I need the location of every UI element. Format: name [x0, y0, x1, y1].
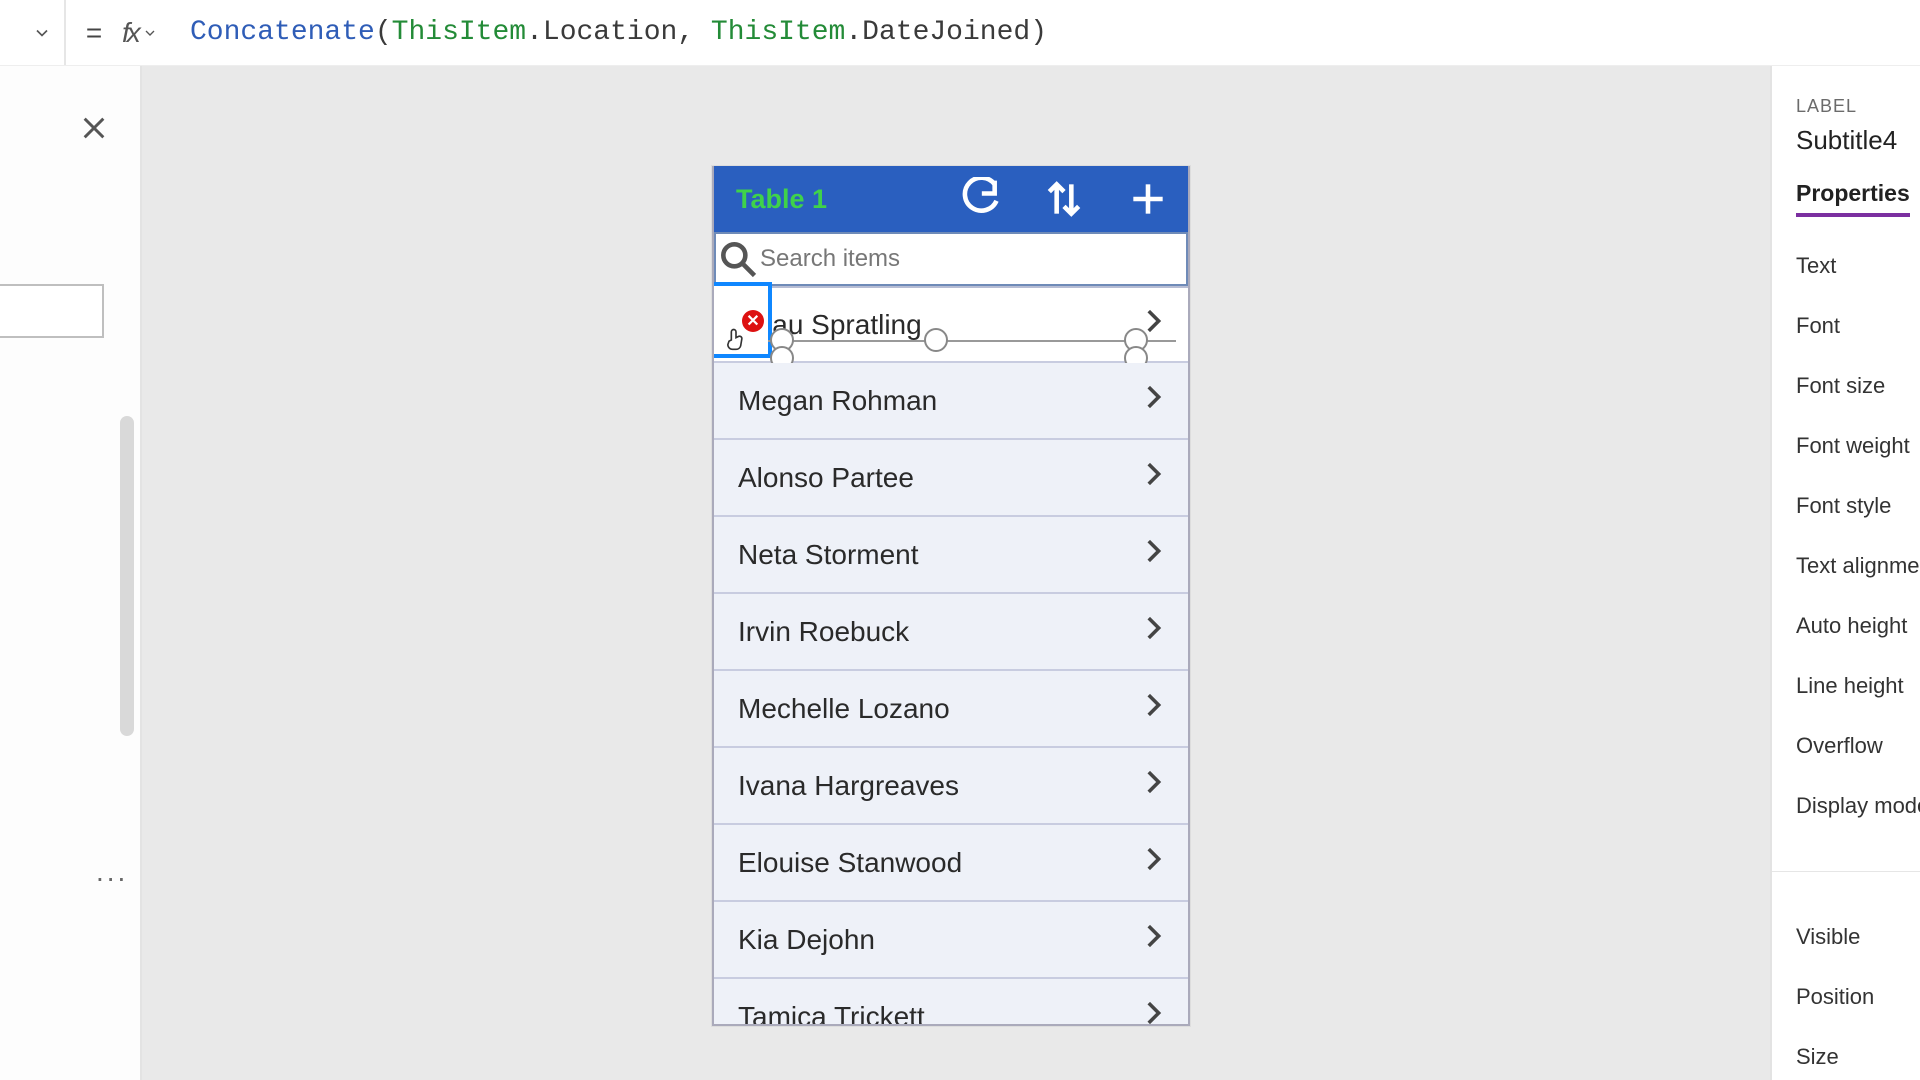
close-button[interactable] [80, 114, 108, 142]
selection-guideline [768, 340, 1176, 342]
left-tree-panel: ... [0, 66, 142, 1080]
list-item[interactable]: Megan Rohman [714, 363, 1188, 440]
chevron-right-icon [1136, 919, 1170, 953]
chevron-right-icon [1136, 457, 1170, 491]
refresh-icon [958, 177, 1002, 221]
item-title: Kia Dejohn [738, 924, 1136, 956]
chevron-right-icon [1136, 534, 1170, 568]
item-title: Tamica Trickett [738, 1001, 1136, 1027]
prop-text[interactable]: Text [1796, 253, 1920, 279]
prop-text-align[interactable]: Text alignment [1796, 553, 1920, 579]
tree-search-input[interactable] [0, 284, 104, 338]
chevron-right-icon [1136, 380, 1170, 414]
control-type-label: LABEL [1796, 96, 1920, 117]
fx-label: fx [122, 17, 138, 49]
properties-panel: LABEL Subtitle4 Properties Text Font Fon… [1770, 66, 1920, 1080]
item-title: Alonso Partee [738, 462, 1136, 494]
formula-bar: = fx Concatenate(ThisItem.Location, This… [0, 0, 1920, 66]
detail-button[interactable] [1136, 765, 1170, 806]
tree-scrollbar[interactable] [120, 416, 134, 736]
sort-icon [1042, 177, 1086, 221]
plus-icon [1126, 177, 1170, 221]
tab-properties[interactable]: Properties [1796, 180, 1910, 217]
search-row [714, 232, 1188, 286]
item-title: Neta Storment [738, 539, 1136, 571]
prop-overflow[interactable]: Overflow [1796, 733, 1920, 759]
chevron-right-icon [1136, 688, 1170, 722]
prop-position[interactable]: Position [1796, 984, 1920, 1010]
add-button[interactable] [1126, 177, 1170, 221]
gallery-list: ✕ Beau Spratling Megan Rohman Alonso Par… [714, 286, 1188, 1026]
prop-display-mode[interactable]: Display mode [1796, 793, 1920, 819]
prop-auto-height[interactable]: Auto height [1796, 613, 1920, 639]
detail-button[interactable] [1136, 919, 1170, 960]
properties-divider [1772, 871, 1920, 872]
selection-handle[interactable] [924, 328, 948, 352]
list-item[interactable]: Tamica Trickett [714, 979, 1188, 1026]
list-item[interactable]: Kia Dejohn [714, 902, 1188, 979]
prop-font-size[interactable]: Font size [1796, 373, 1920, 399]
chevron-down-icon [32, 23, 52, 43]
search-icon [716, 237, 760, 281]
prop-visible[interactable]: Visible [1796, 924, 1920, 950]
refresh-button[interactable] [958, 177, 1002, 221]
error-icon: ✕ [742, 310, 764, 332]
detail-button[interactable] [1136, 842, 1170, 883]
app-title: Table 1 [732, 184, 918, 215]
chevron-right-icon [1136, 842, 1170, 876]
list-item[interactable]: Alonso Partee [714, 440, 1188, 517]
item-title: Megan Rohman [738, 385, 1136, 417]
detail-button[interactable] [1136, 611, 1170, 652]
chevron-right-icon [1136, 765, 1170, 799]
prop-font-style[interactable]: Font style [1796, 493, 1920, 519]
app-header: Table 1 [714, 166, 1188, 232]
list-item[interactable]: Ivana Hargreaves [714, 748, 1188, 825]
properties-list: Text Font Font size Font weight Font sty… [1796, 253, 1920, 1070]
list-item[interactable]: Mechelle Lozano [714, 671, 1188, 748]
chevron-down-icon [142, 25, 158, 41]
equals-sign: = [66, 17, 122, 49]
detail-button[interactable] [1136, 996, 1170, 1026]
tree-more-button[interactable]: ... [96, 856, 128, 888]
list-item[interactable]: Neta Storment [714, 517, 1188, 594]
fx-dropdown[interactable]: fx [122, 17, 190, 49]
detail-button[interactable] [1136, 534, 1170, 575]
search-input[interactable] [760, 245, 1186, 273]
item-title: Irvin Roebuck [738, 616, 1136, 648]
prop-font-weight[interactable]: Font weight [1796, 433, 1920, 459]
list-item[interactable]: ✕ Beau Spratling [714, 286, 1188, 363]
prop-font[interactable]: Font [1796, 313, 1920, 339]
prop-size[interactable]: Size [1796, 1044, 1920, 1070]
item-title: Ivana Hargreaves [738, 770, 1136, 802]
detail-button[interactable] [1136, 380, 1170, 421]
close-icon [80, 114, 108, 142]
detail-button[interactable] [1136, 688, 1170, 729]
formula-input[interactable]: Concatenate(ThisItem.Location, ThisItem.… [190, 17, 1047, 48]
item-title: Elouise Stanwood [738, 847, 1136, 879]
prop-line-height[interactable]: Line height [1796, 673, 1920, 699]
property-dropdown[interactable] [0, 0, 66, 65]
chevron-right-icon [1136, 996, 1170, 1026]
list-item[interactable]: Irvin Roebuck [714, 594, 1188, 671]
list-item[interactable]: Elouise Stanwood [714, 825, 1188, 902]
control-name: Subtitle4 [1796, 125, 1920, 156]
app-preview: Table 1 ✕ [712, 166, 1190, 1026]
detail-button[interactable] [1136, 457, 1170, 498]
chevron-right-icon [1136, 611, 1170, 645]
item-title: Mechelle Lozano [738, 693, 1136, 725]
canvas-area[interactable]: Table 1 ✕ [142, 66, 1770, 1080]
sort-button[interactable] [1042, 177, 1086, 221]
